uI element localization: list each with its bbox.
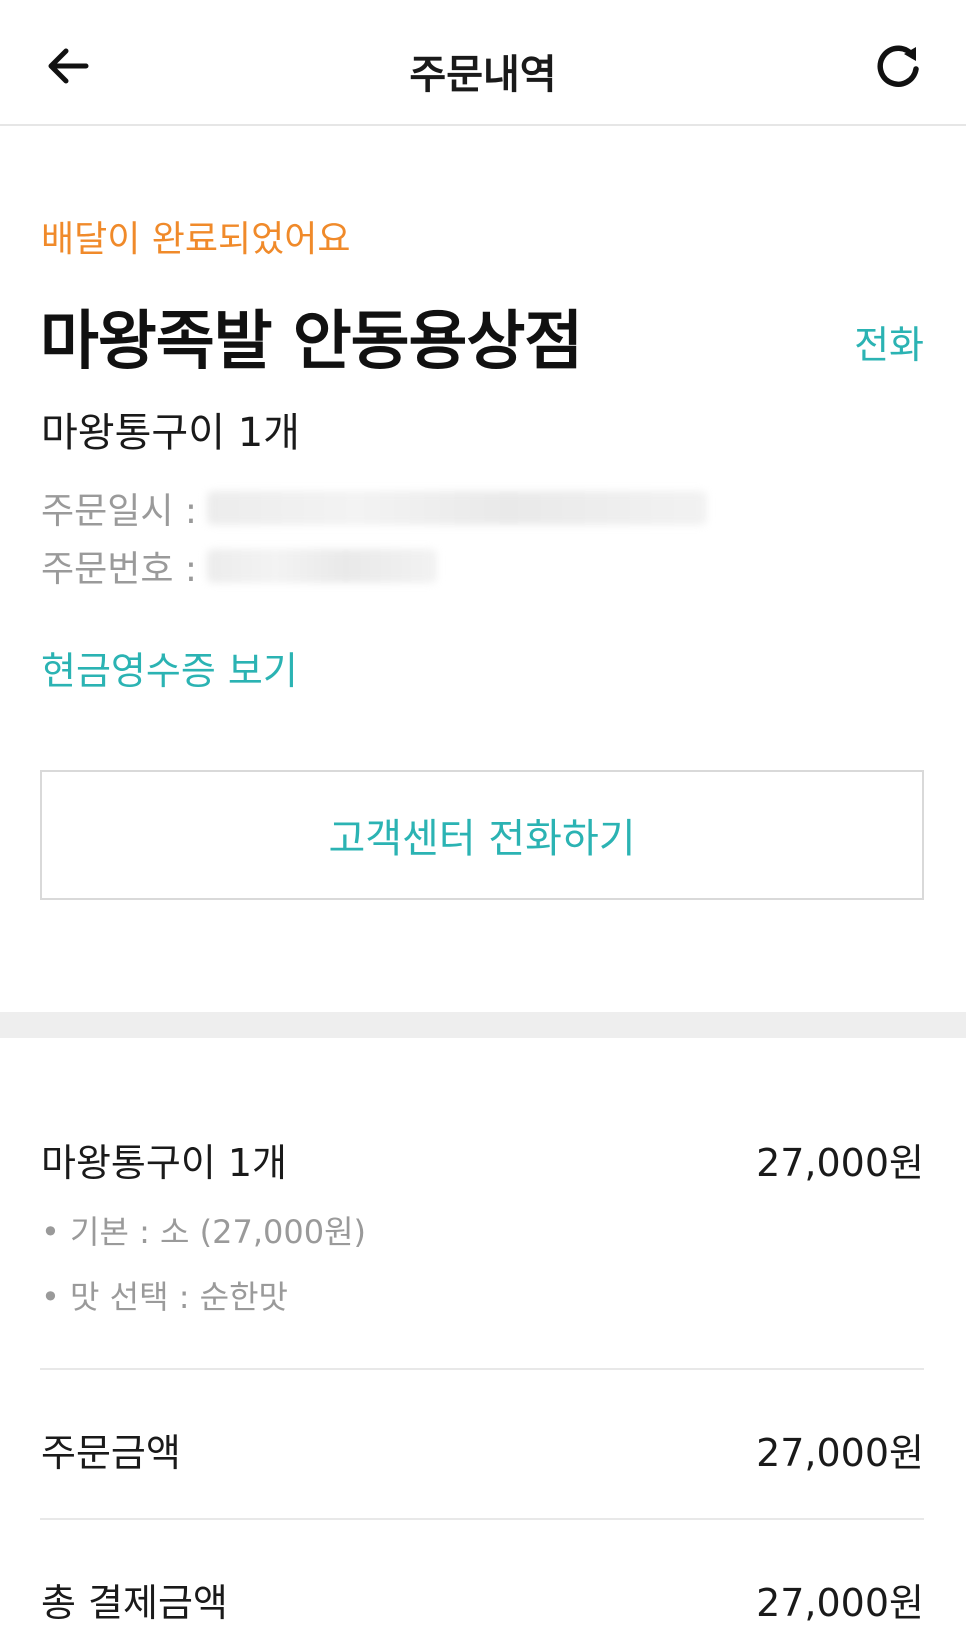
item-summary: 마왕통구이 1개: [41, 410, 300, 456]
app-header: 주문내역: [0, 0, 966, 126]
order-item-option: • 맛 선택 : 순한맛: [41, 1278, 288, 1316]
refresh-button[interactable]: [870, 38, 926, 94]
order-amount-value: 27,000원: [756, 1431, 924, 1475]
order-item-option: • 기본 : 소 (27,000원): [41, 1213, 367, 1251]
order-datetime-row: 주문일시 :: [41, 482, 708, 534]
order-amount-row: 주문금액 27,000원: [41, 1422, 924, 1477]
total-amount-row: 총 결제금액 27,000원: [41, 1572, 924, 1627]
order-datetime-redacted: [207, 491, 708, 525]
order-item-row: 마왕통구이 1개 27,000원: [41, 1132, 924, 1187]
total-amount-value: 27,000원: [756, 1581, 924, 1625]
order-amount-label: 주문금액: [41, 1431, 181, 1475]
call-store-link[interactable]: 전화: [854, 314, 924, 369]
order-number-redacted: [207, 549, 438, 583]
delivery-status: 배달이 완료되었어요: [41, 219, 351, 260]
divider: [40, 1518, 924, 1520]
customer-center-call-button[interactable]: 고객센터 전화하기: [40, 770, 924, 900]
refresh-icon: [877, 45, 919, 87]
order-number-row: 주문번호 :: [41, 540, 438, 592]
section-divider: [0, 1012, 966, 1038]
store-name: 마왕족발 안동용상점: [40, 305, 583, 379]
cash-receipt-link[interactable]: 현금영수증 보기: [41, 640, 298, 695]
divider: [40, 1368, 924, 1370]
total-amount-label: 총 결제금액: [41, 1581, 228, 1625]
order-item-price: 27,000원: [756, 1141, 924, 1185]
order-number-label: 주문번호 :: [41, 549, 198, 590]
page-title: 주문내역: [409, 52, 557, 98]
order-item-name: 마왕통구이 1개: [41, 1141, 288, 1185]
order-datetime-label: 주문일시 :: [41, 491, 198, 532]
